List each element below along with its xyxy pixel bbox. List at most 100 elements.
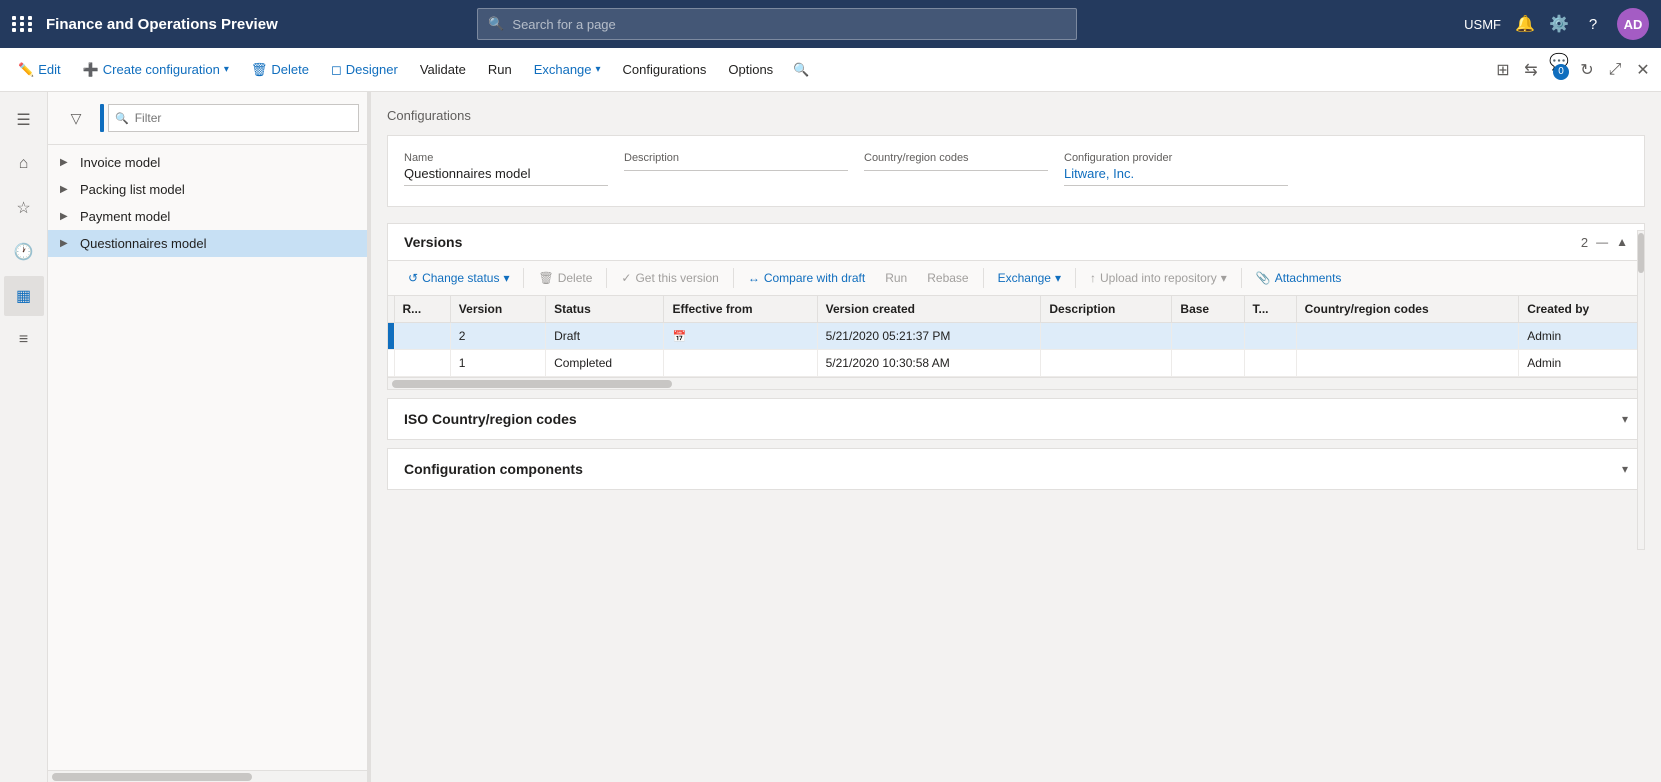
col-country: Country/region codes — [1296, 296, 1519, 323]
left-scrollbar-thumb[interactable] — [52, 773, 252, 781]
section-expand-icons: — ▲ — [1596, 235, 1628, 249]
upload-caret: ▾ — [1221, 271, 1227, 285]
versions-scrollbar-thumb[interactable] — [392, 380, 672, 388]
create-configuration-button[interactable]: ➕ Create configuration ▾ — [73, 56, 239, 84]
row-status: Draft — [546, 323, 664, 350]
config-components-chevron-icon: ▾ — [1622, 462, 1628, 476]
config-country-field: Country/region codes — [864, 148, 1064, 190]
vertical-scrollbar-thumb[interactable] — [1638, 233, 1644, 273]
config-components-header[interactable]: Configuration components ▾ — [388, 449, 1644, 489]
tree-item-packing[interactable]: ▶ Packing list model — [48, 176, 367, 203]
refresh-icon[interactable]: ↻ — [1577, 60, 1597, 80]
nav-menu-icon[interactable]: ☰ — [4, 100, 44, 140]
iso-collapsible-header[interactable]: ISO Country/region codes ▾ — [388, 399, 1644, 439]
nav-list-icon[interactable]: ≡ — [4, 320, 44, 360]
nav-workspaces-icon[interactable]: ▦ — [4, 276, 44, 316]
open-in-new-icon[interactable]: ⤢ — [1605, 60, 1625, 80]
compare-icon: ↔ — [748, 271, 760, 285]
rebase-button[interactable]: Rebase — [919, 267, 976, 289]
app-title: Finance and Operations Preview — [46, 16, 278, 33]
ver-delete-icon: 🗑 — [538, 271, 553, 285]
col-effective-from: Effective from — [664, 296, 817, 323]
config-components-section: Configuration components ▾ — [387, 448, 1645, 490]
filter-search-icon: 🔍 — [115, 112, 129, 125]
designer-icon: ◻ — [331, 62, 342, 78]
row-created-by: Admin — [1519, 350, 1644, 377]
left-panel-scrollbar[interactable] — [48, 770, 367, 782]
run-button[interactable]: Run — [478, 56, 522, 83]
help-icon[interactable]: ? — [1583, 14, 1603, 34]
versions-run-button[interactable]: Run — [877, 267, 915, 289]
top-bar-right: USMF 🔔 ⚙️ ? AD — [1464, 8, 1649, 40]
iso-chevron-icon: ▾ — [1622, 412, 1628, 426]
tree-expand-icon: ▶ — [60, 211, 74, 222]
options-button[interactable]: Options — [718, 56, 783, 83]
global-search[interactable]: 🔍 — [477, 8, 1077, 40]
attachment-icon: 📎 — [1256, 271, 1271, 285]
left-panel: ▽ 🔍 ▶ Invoice model ▶ Packing list model… — [48, 92, 368, 782]
search-command-icon[interactable]: 🔍 — [793, 62, 809, 78]
nav-recent-icon[interactable]: 🕐 — [4, 232, 44, 272]
designer-button[interactable]: ◻ Designer — [321, 56, 408, 84]
filter-input[interactable] — [135, 111, 352, 125]
versions-exchange-button[interactable]: Exchange ▾ — [990, 267, 1069, 289]
section-dash-icon[interactable]: — — [1596, 235, 1608, 249]
resize-handle[interactable] — [368, 92, 371, 782]
row-version-created: 5/21/2020 10:30:58 AM — [817, 350, 1041, 377]
close-icon[interactable]: ✕ — [1633, 60, 1653, 80]
delete-button[interactable]: 🗑 Delete — [241, 56, 319, 84]
config-provider-field: Configuration provider Litware, Inc. — [1064, 148, 1304, 190]
config-description-label: Description — [624, 152, 848, 164]
nav-favorites-icon[interactable]: ☆ — [4, 188, 44, 228]
search-input[interactable] — [512, 17, 1066, 32]
versions-horizontal-scrollbar[interactable] — [388, 377, 1644, 389]
col-status: Status — [546, 296, 664, 323]
settings-gear-icon[interactable]: ⚙️ — [1549, 14, 1569, 34]
nav-home-icon[interactable]: ⌂ — [4, 144, 44, 184]
row-number — [394, 350, 450, 377]
add-icon: ➕ — [83, 62, 99, 78]
table-row[interactable]: 2 Draft 📅 5/21/2020 05:21:37 PM — [388, 323, 1644, 350]
filter-icon[interactable]: ▽ — [56, 98, 96, 138]
edit-button[interactable]: ✏️ Edit — [8, 56, 71, 84]
toolbar-separator-4 — [983, 268, 984, 288]
avatar[interactable]: AD — [1617, 8, 1649, 40]
upload-icon: ↑ — [1090, 271, 1096, 285]
col-base: Base — [1172, 296, 1244, 323]
notification-bell-icon[interactable]: 🔔 — [1515, 14, 1535, 34]
breadcrumb: Configurations — [387, 108, 1645, 123]
config-components-title: Configuration components — [404, 461, 583, 477]
tree-expand-icon: ▶ — [60, 157, 74, 168]
col-description: Description — [1041, 296, 1172, 323]
versions-title: Versions — [404, 234, 1573, 250]
vertical-scrollbar[interactable] — [1637, 230, 1645, 550]
get-this-version-button[interactable]: ✓ Get this version — [613, 267, 726, 289]
row-description — [1041, 323, 1172, 350]
tree-item-invoice[interactable]: ▶ Invoice model — [48, 149, 367, 176]
validate-button[interactable]: Validate — [410, 56, 476, 83]
attachments-button[interactable]: 📎 Attachments — [1248, 267, 1350, 289]
tree-item-payment[interactable]: ▶ Payment model — [48, 203, 367, 230]
configurations-button[interactable]: Configurations — [613, 56, 717, 83]
tree-expand-icon: ▶ — [60, 184, 74, 195]
apps-menu-icon[interactable] — [12, 16, 34, 32]
row-effective-from — [664, 350, 817, 377]
toolbar-separator-1 — [523, 268, 524, 288]
upload-into-repository-button[interactable]: ↑ Upload into repository ▾ — [1082, 267, 1235, 289]
compare-with-draft-button[interactable]: ↔ Compare with draft — [740, 267, 873, 289]
config-name-label: Name — [404, 152, 608, 164]
compare-icon[interactable]: ⇆ — [1521, 60, 1541, 80]
iso-section: ISO Country/region codes ▾ — [387, 398, 1645, 440]
grid-view-icon[interactable]: ⊞ — [1493, 60, 1513, 80]
toolbar-separator-3 — [733, 268, 734, 288]
versions-delete-button[interactable]: 🗑 Delete — [530, 267, 600, 289]
config-provider-value[interactable]: Litware, Inc. — [1064, 166, 1288, 186]
section-collapse-icon[interactable]: ▲ — [1616, 235, 1628, 249]
exchange-button[interactable]: Exchange ▾ — [524, 56, 611, 83]
change-status-button[interactable]: ↺ Change status ▾ — [400, 267, 517, 289]
col-version: Version — [450, 296, 545, 323]
tree-item-questionnaires[interactable]: ▶ Questionnaires model — [48, 230, 367, 257]
table-row[interactable]: 1 Completed 5/21/2020 10:30:58 AM Admin — [388, 350, 1644, 377]
versions-toolbar: ↺ Change status ▾ 🗑 Delete ✓ Get this ve… — [388, 261, 1644, 296]
versions-section: Versions 2 — ▲ ↺ Change status ▾ — [387, 223, 1645, 390]
